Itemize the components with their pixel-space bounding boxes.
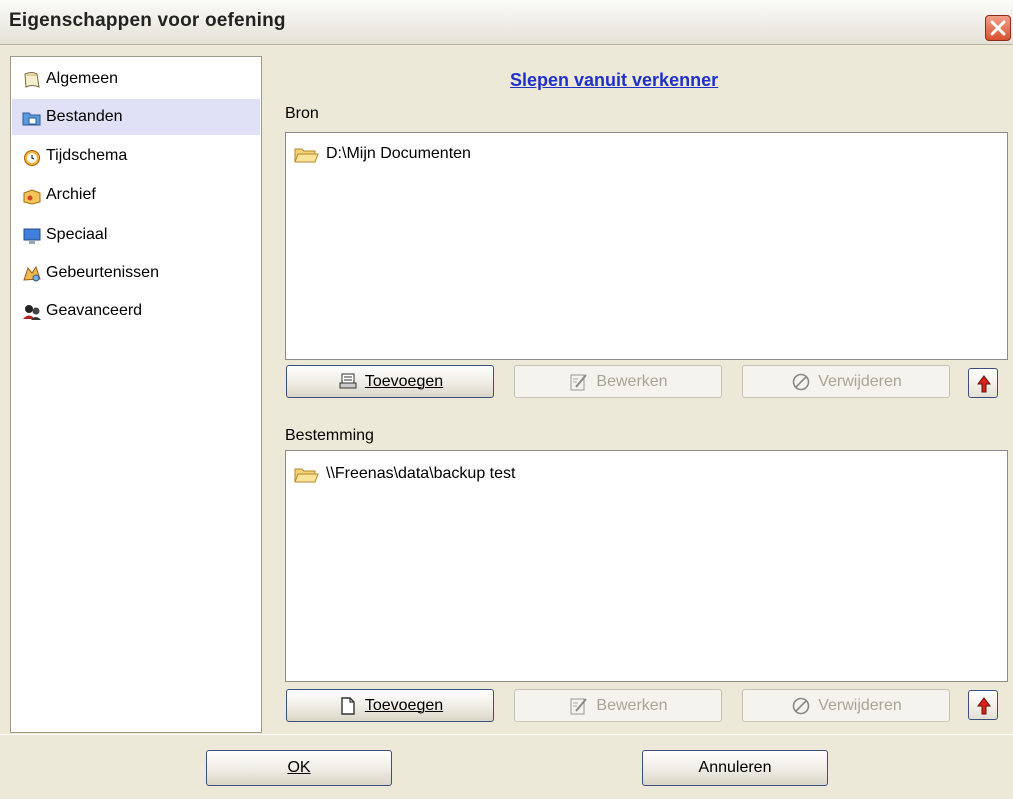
sidebar-item-archief[interactable]: Archief [12, 177, 260, 213]
ok-label: OK [287, 759, 311, 776]
title-bar: Eigenschappen voor oefening [0, 0, 1013, 45]
edit-document-icon [570, 373, 588, 390]
source-add-label: Toevoegen [364, 372, 444, 390]
alarm-clock-icon [24, 150, 40, 166]
open-folder-icon [294, 148, 319, 163]
destination-remove-label: Verwijderen [818, 696, 902, 714]
sidebar-item-gebeurtenissen[interactable]: Gebeurtenissen [12, 255, 260, 291]
arrow-up-icon [977, 697, 991, 715]
source-remove-label: Verwijderen [818, 372, 902, 390]
sidebar-item-label: Geavanceerd [46, 302, 143, 319]
close-icon [990, 20, 1006, 36]
source-remove-button[interactable]: Verwijderen [742, 365, 950, 398]
list-item[interactable]: \\Freenas\data\backup test [294, 463, 894, 487]
sidebar-item-bestanden[interactable]: Bestanden [12, 99, 260, 135]
destination-add-button[interactable]: Toevoegen [286, 689, 494, 722]
notepad-icon [24, 72, 40, 88]
destination-path: \\Freenas\data\backup test [326, 465, 516, 482]
window-title: Eigenschappen voor oefening [9, 10, 286, 31]
archive-box-icon [23, 189, 41, 205]
sidebar-item-label: Algemeen [46, 70, 119, 87]
ok-button[interactable]: OK [206, 750, 392, 786]
destination-add-label: Toevoegen [364, 696, 444, 714]
cancel-label: Annuleren [698, 759, 772, 776]
open-folder-icon [294, 468, 319, 483]
sidebar-item-label: Speciaal [46, 226, 108, 243]
source-move-up-button[interactable] [968, 368, 998, 398]
destination-list[interactable]: \\Freenas\data\backup test [285, 450, 1008, 682]
destination-remove-button[interactable]: Verwijderen [742, 689, 950, 722]
dialog-footer [0, 734, 1013, 799]
close-button[interactable] [985, 15, 1011, 41]
cancel-button[interactable]: Annuleren [642, 750, 828, 786]
destination-move-up-button[interactable] [968, 690, 998, 720]
remove-circle-icon [792, 697, 810, 714]
sidebar-item-tijdschema[interactable]: Tijdschema [12, 138, 260, 174]
arrow-up-icon [977, 375, 991, 393]
source-edit-label: Bewerken [596, 372, 668, 390]
sidebar-item-label: Gebeurtenissen [46, 264, 159, 281]
sidebar-item-label: Tijdschema [46, 147, 128, 164]
source-edit-button[interactable]: Bewerken [514, 365, 722, 398]
source-add-button[interactable]: Toevoegen [286, 365, 494, 398]
users-advanced-icon [23, 305, 41, 320]
destination-label: Bestemming [285, 427, 374, 444]
destination-edit-button[interactable]: Bewerken [514, 689, 722, 722]
category-sidebar: Algemeen Bestanden Tijdschema Archief Sp… [10, 56, 262, 733]
drag-from-explorer-link[interactable]: Slepen vanuit verkenner [510, 70, 718, 91]
sidebar-item-geavanceerd[interactable]: Geavanceerd [12, 293, 260, 329]
new-document-icon [341, 696, 355, 715]
list-item[interactable]: D:\Mijn Documenten [294, 143, 894, 167]
edit-document-icon [570, 697, 588, 714]
sidebar-item-label: Archief [46, 186, 96, 203]
sidebar-item-label: Bestanden [46, 108, 123, 125]
sidebar-item-algemeen[interactable]: Algemeen [12, 61, 260, 97]
source-label: Bron [285, 105, 319, 122]
monitor-icon [23, 228, 41, 244]
source-path: D:\Mijn Documenten [326, 145, 471, 162]
events-icon [23, 265, 41, 282]
remove-circle-icon [792, 373, 810, 390]
sidebar-item-speciaal[interactable]: Speciaal [12, 217, 260, 253]
add-device-icon [339, 373, 357, 388]
files-folder-icon [22, 112, 41, 126]
destination-edit-label: Bewerken [596, 696, 668, 714]
source-list[interactable]: D:\Mijn Documenten [285, 132, 1008, 360]
